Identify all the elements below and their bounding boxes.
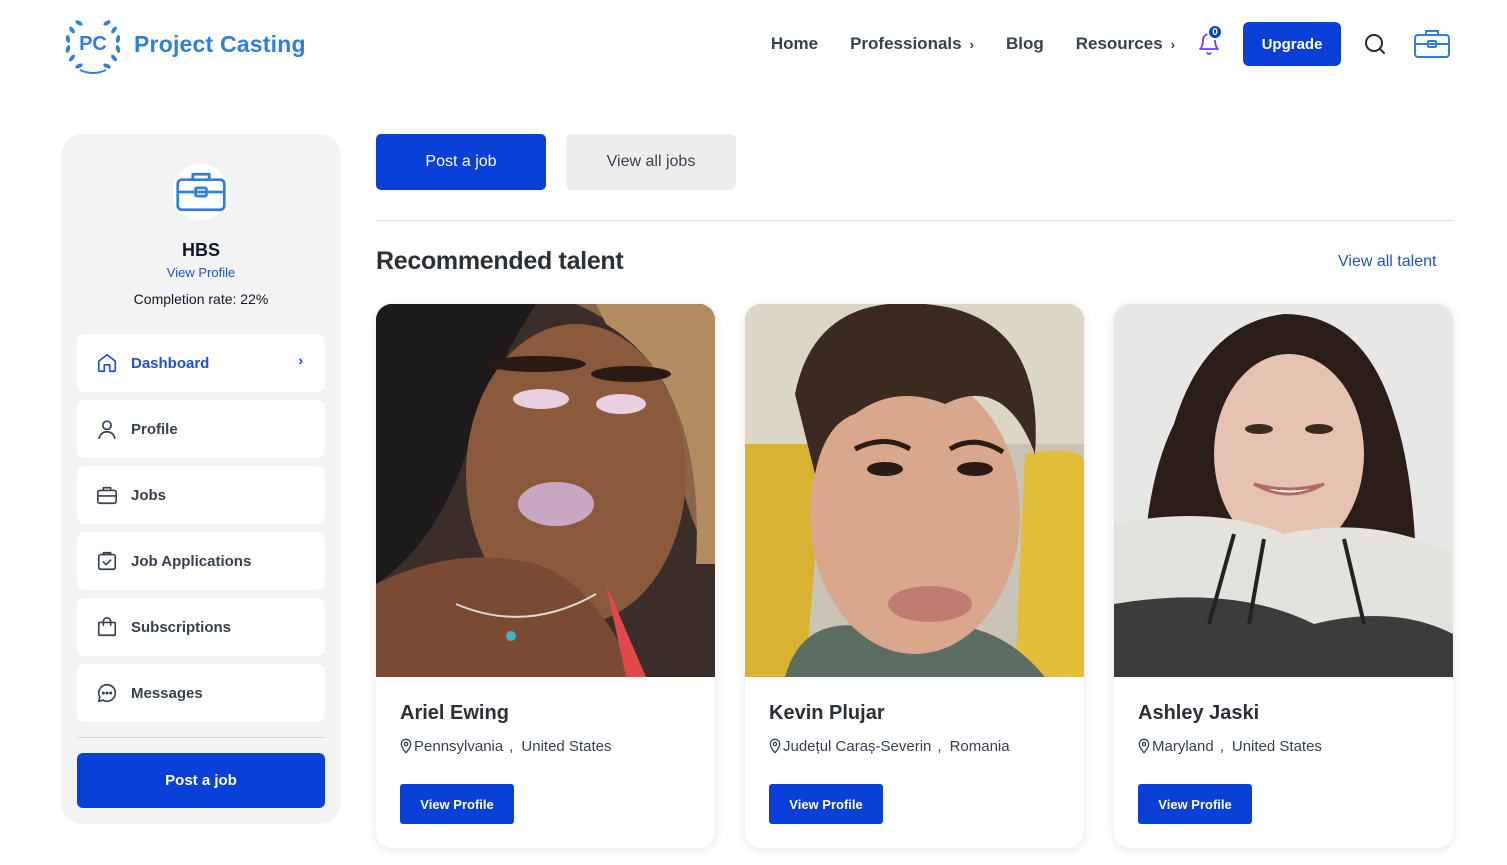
chevron-right-icon: › (1170, 36, 1175, 52)
location-separator: , (509, 737, 514, 755)
talent-card: Kevin Plujar Județul Caraș-Severin , Rom… (745, 304, 1084, 848)
talent-region: Maryland (1152, 737, 1214, 755)
sidebar-item-label: Subscriptions (131, 618, 232, 636)
chevron-right-icon: › (298, 352, 303, 368)
talent-photo[interactable] (1114, 304, 1453, 677)
nav-home-label: Home (770, 34, 819, 53)
sidebar-item-label: Jobs (131, 486, 167, 504)
post-job-button[interactable]: Post a job (376, 134, 546, 190)
sidebar-item-profile[interactable]: Profile (77, 400, 325, 458)
briefcase-icon[interactable] (1413, 28, 1451, 60)
shopping-bag-icon (95, 615, 119, 639)
talent-region: Pennsylvania (414, 737, 504, 755)
nav-resources[interactable]: Resources › (1076, 34, 1175, 54)
sidebar-item-dashboard[interactable]: Dashboard › (77, 334, 325, 392)
talent-name: Ariel Ewing (400, 702, 509, 724)
nav-resources-label: Resources (1075, 34, 1163, 53)
map-pin-icon (1138, 738, 1150, 754)
view-profile-button[interactable]: View Profile (769, 784, 883, 824)
home-icon (95, 351, 119, 375)
nav-home[interactable]: Home (771, 34, 818, 54)
main-nav: Home Professionals › Blog Resources › 0 Up… (771, 22, 1507, 66)
brand-name: Project Casting (134, 30, 306, 57)
map-pin-icon (769, 738, 781, 754)
sidebar-item-label: Dashboard (131, 354, 210, 372)
sidebar-item-subscriptions[interactable]: Subscriptions (77, 598, 325, 656)
completion-rate: Completion rate: 22% (133, 291, 269, 307)
chevron-right-icon: › (969, 36, 974, 52)
talent-country: United States (1231, 737, 1322, 755)
sidebar-item-label: Job Applications (131, 552, 252, 570)
account-name: HBS (181, 240, 220, 260)
clipboard-check-icon (95, 549, 119, 573)
talent-photo[interactable] (745, 304, 1084, 677)
location-separator: , (937, 737, 942, 755)
notification-count-badge: 0 (1207, 24, 1223, 40)
sidebar-item-messages[interactable]: Messages (77, 664, 325, 722)
briefcase-icon (95, 483, 119, 507)
nav-blog[interactable]: Blog (1006, 34, 1044, 54)
talent-country: United States (521, 737, 612, 755)
nav-professionals[interactable]: Professionals › (850, 34, 974, 54)
talent-card: Ariel Ewing Pennsylvania , United States… (376, 304, 715, 848)
sidebar-item-label: Messages (131, 684, 203, 702)
talent-country: Romania (949, 737, 1010, 755)
briefcase-icon (176, 172, 226, 212)
logo-initials: PC (79, 33, 107, 55)
view-profile-link[interactable]: View Profile (61, 265, 341, 280)
avatar (173, 164, 229, 220)
user-icon (95, 417, 119, 441)
talent-name: Kevin Plujar (769, 702, 885, 724)
location-separator: , (1219, 737, 1224, 755)
sidebar-item-job-applications[interactable]: Job Applications (77, 532, 325, 590)
nav-blog-label: Blog (1005, 34, 1044, 53)
view-profile-button[interactable]: View Profile (400, 784, 514, 824)
site-header: PC Project Casting Home Professionals › B… (0, 0, 1507, 88)
talent-region: Județul Caraș-Severin (783, 737, 932, 755)
view-profile-button[interactable]: View Profile (1138, 784, 1252, 824)
sidebar: HBS View Profile Completion rate: 22% Da… (61, 134, 341, 824)
chat-icon (95, 681, 119, 705)
nav-professionals-label: Professionals (850, 34, 962, 53)
search-icon[interactable] (1363, 32, 1387, 56)
view-all-jobs-button[interactable]: View all jobs (566, 134, 736, 190)
talent-photo[interactable] (376, 304, 715, 677)
section-title: Recommended talent (376, 247, 624, 275)
talent-location: Județul Caraș-Severin , Romania (767, 737, 1010, 755)
upgrade-button[interactable]: Upgrade (1243, 22, 1341, 66)
divider (376, 220, 1453, 221)
map-pin-icon (400, 738, 412, 754)
talent-location: Pennsylvania , United States (398, 737, 611, 755)
sidebar-divider (77, 737, 325, 738)
laurel-logo-icon: PC (60, 12, 126, 76)
view-all-talent-link[interactable]: View all talent (1338, 253, 1436, 271)
sidebar-menu: Dashboard › Profile Jobs Job Application… (77, 334, 325, 730)
logo[interactable]: PC Project Casting (60, 12, 306, 76)
sidebar-post-job-button[interactable]: Post a job (77, 753, 325, 808)
talent-location: Maryland , United States (1136, 737, 1322, 755)
sidebar-item-label: Profile (131, 420, 178, 438)
talent-card: Ashley Jaski Maryland , United States Vi… (1114, 304, 1453, 848)
sidebar-item-jobs[interactable]: Jobs (77, 466, 325, 524)
notifications-bell-icon[interactable]: 0 (1197, 24, 1223, 56)
talent-name: Ashley Jaski (1138, 702, 1260, 724)
